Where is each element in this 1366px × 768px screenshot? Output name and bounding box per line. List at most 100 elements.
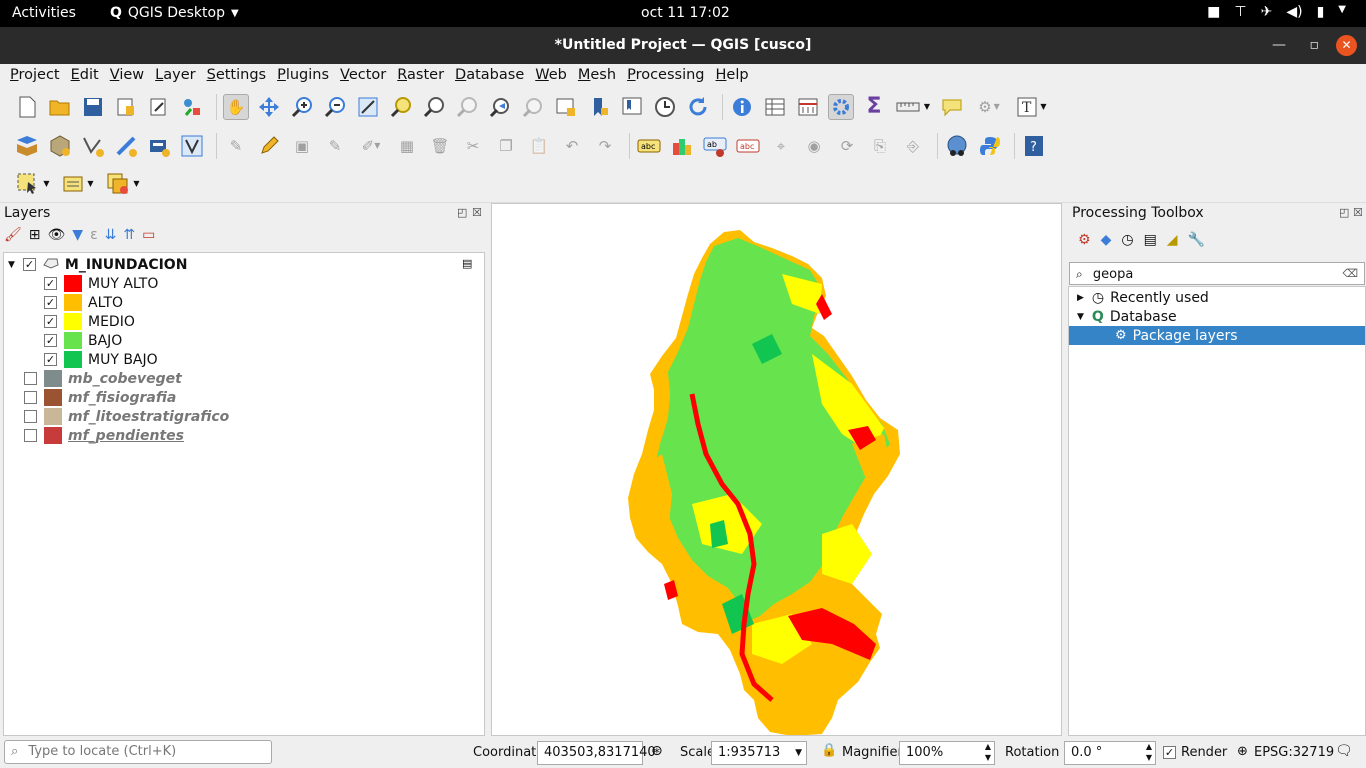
new-project-icon[interactable] [14,94,40,120]
vertex-tool-icon[interactable]: ✐ ▼ [355,133,387,159]
app-menu-button[interactable]: Q QGIS Desktop ▼ [110,5,239,21]
legend-item[interactable]: ✓ MEDIO [44,312,135,331]
edit-features-in-place-icon[interactable]: ◢ [1167,232,1178,248]
field-calculator-icon[interactable] [795,94,821,120]
expand-all-icon[interactable]: ⇊ [105,227,117,243]
refresh-icon[interactable] [685,94,711,120]
clock[interactable]: oct 11 17:02 [641,5,730,21]
menu-view[interactable]: View [110,64,144,87]
filter-expression-icon[interactable]: ε [90,227,98,243]
crs-globe-icon[interactable]: ⊕ [1237,744,1248,759]
modify-attributes-icon[interactable]: ▦ [394,133,420,159]
new-temporary-layer-icon[interactable] [179,133,205,159]
close-panel-icon[interactable]: ☒ [1353,206,1363,219]
label-toolbar-icon[interactable]: abc [636,133,662,159]
locator-search-input[interactable]: ⌕ Type to locate (Ctrl+K) [4,740,272,764]
current-edits-icon[interactable]: ✎ [223,133,249,159]
toggle-editing-icon[interactable] [256,133,282,159]
pan-to-selection-icon[interactable] [256,94,282,120]
legend-checkbox[interactable]: ✓ [44,277,57,290]
copy-features-icon[interactable]: ❐ [493,133,519,159]
layer-checkbox[interactable] [24,372,37,385]
zoom-native-icon[interactable] [454,94,480,120]
lock-scale-icon[interactable]: 🔒 [821,743,837,758]
menu-layer[interactable]: Layer [155,64,195,87]
menu-plugins[interactable]: Plugins [277,64,329,87]
menu-processing[interactable]: Processing [627,64,704,87]
zoom-last-icon[interactable] [487,94,513,120]
menu-raster[interactable]: Raster [397,64,444,87]
layer-checkbox[interactable] [24,391,37,404]
messages-icon[interactable]: 🗨 [1335,743,1353,759]
measure-line-icon[interactable]: ▼ [894,94,932,120]
layer-checkbox[interactable]: ✓ [22,258,36,271]
layer-indicator-icon[interactable]: ▤ [462,257,472,270]
menu-mesh[interactable]: Mesh [578,64,616,87]
zoom-to-selection-icon[interactable] [388,94,414,120]
save-edits-icon[interactable]: ▣ [289,133,315,159]
collapse-all-icon[interactable]: ⇈ [123,227,135,243]
layer-row[interactable]: mf_litoestratigrafico [24,407,229,426]
redo-icon[interactable]: ↷ [592,133,618,159]
add-group-icon[interactable]: ⊞ [29,227,41,243]
activities-button[interactable]: Activities [12,5,76,21]
float-panel-icon[interactable]: ◰ [1339,206,1349,219]
results-viewer-icon[interactable]: ▤ [1144,232,1157,248]
help-icon[interactable]: ? [1021,133,1047,159]
legend-item[interactable]: ✓ BAJO [44,331,122,350]
menu-help[interactable]: Help [716,64,749,87]
identify-features-icon[interactable] [729,94,755,120]
menu-project[interactable]: Project [10,64,60,87]
rotation-spinbox[interactable]: 0.0 ° ▲ ▼ [1064,741,1156,765]
text-annotation-icon[interactable]: T ▼ [1013,94,1051,120]
zoom-to-layer-icon[interactable] [421,94,447,120]
menu-database[interactable]: Database [455,64,524,87]
legend-item[interactable]: ✓ MUY BAJO [44,350,158,369]
scale-combobox[interactable]: 1:935713 ▼ [711,741,807,765]
manage-visibility-icon[interactable]: 👁 [48,227,66,243]
menu-web[interactable]: Web [535,64,567,87]
zoom-next-icon[interactable] [520,94,546,120]
algorithm-search-input[interactable]: ⌕ geopa ⌫ [1069,262,1365,285]
tree-item-package-layers[interactable]: ⚙ Package layers [1069,326,1365,345]
layer-checkbox[interactable] [24,429,37,442]
zoom-out-icon[interactable] [322,94,348,120]
maximize-button[interactable]: ▫ [1310,27,1320,64]
legend-checkbox[interactable]: ✓ [44,334,57,347]
layer-group-row[interactable]: ▼ ✓ M_INUNDACION [8,255,187,274]
change-label-icon[interactable]: ⎘ [867,133,893,159]
crs-button[interactable]: EPSG:32719 [1254,745,1334,760]
label-properties-icon[interactable]: ⎆ [900,133,926,159]
globe-plugin-icon[interactable] [944,133,970,159]
new-virtual-layer-icon[interactable] [146,133,172,159]
menu-vector[interactable]: Vector [340,64,386,87]
deselect-features-icon[interactable]: ▼ [104,171,142,197]
menu-settings[interactable]: Settings [207,64,267,87]
system-tray[interactable]: ■ ⊤ ✈ ◀) ▮ ▼ [1207,4,1346,20]
menu-edit[interactable]: Edit [71,64,99,87]
style-manager-icon[interactable] [179,94,205,120]
layer-row[interactable]: mf_fisiografia [24,388,176,407]
processing-toolbox-icon[interactable] [828,93,854,120]
annotations-gear-icon[interactable]: ⚙ ▼ [972,94,1006,120]
map-canvas[interactable] [491,203,1062,736]
close-button[interactable]: ✕ [1336,35,1357,56]
models-gear-icon[interactable]: ⚙ [1078,232,1091,248]
new-geopackage-layer-icon[interactable] [47,133,73,159]
select-by-value-icon[interactable]: ▼ [59,171,97,197]
new-bookmark-icon[interactable] [586,94,612,120]
undo-icon[interactable]: ↶ [559,133,585,159]
new-shapefile-layer-icon[interactable] [80,133,106,159]
data-source-manager-icon[interactable] [14,133,40,159]
attribute-table-icon[interactable] [762,94,788,120]
legend-checkbox[interactable]: ✓ [44,315,57,328]
pin-labels-icon[interactable]: ab [702,133,728,159]
history-icon[interactable]: ◷ [1121,232,1133,248]
clear-search-icon[interactable]: ⌫ [1342,263,1358,285]
cut-features-icon[interactable]: ✂ [460,133,486,159]
pan-hand-icon[interactable]: ✋ [223,93,249,120]
open-project-icon[interactable] [47,94,73,120]
float-panel-icon[interactable]: ◰ [457,206,467,219]
paste-features-icon[interactable]: 📋 [526,133,552,159]
toggle-extents-icon[interactable]: ⊛ [651,743,663,759]
